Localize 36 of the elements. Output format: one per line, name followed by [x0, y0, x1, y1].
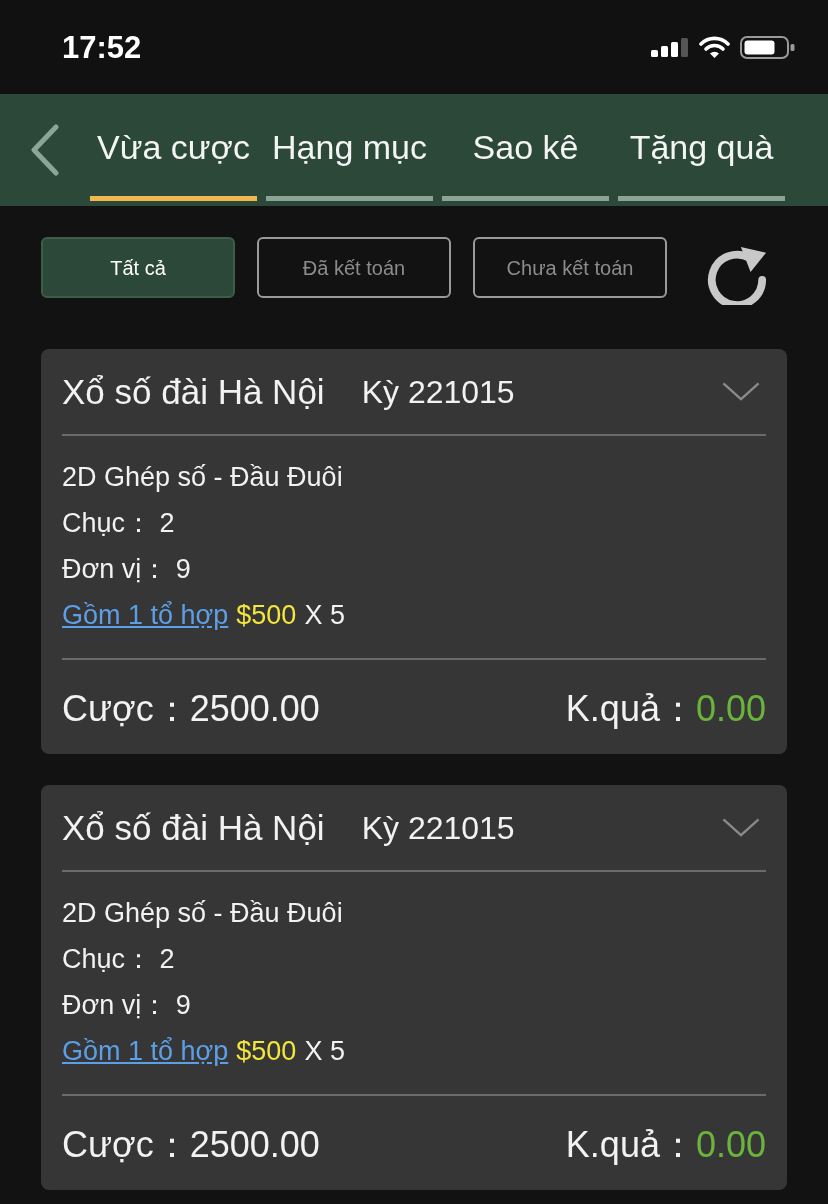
result-value: 0.00 [695, 691, 766, 727]
result-label: K.quả： [565, 691, 696, 727]
lottery-name: Xổ số đài Hà Nội [62, 374, 325, 409]
lottery-name: Xổ số đài Hà Nội [62, 810, 325, 845]
multiplier: X 5 [304, 599, 345, 632]
unit-amount: $500 [236, 1035, 297, 1068]
tab[interactable]: Sao kê [442, 94, 609, 201]
result-value: 0.00 [695, 1127, 766, 1163]
tab[interactable]: Vừa cược [90, 94, 257, 201]
chevron-down-icon[interactable] [722, 382, 760, 401]
combo-link[interactable]: Gồm 1 tổ hợp [62, 1028, 229, 1074]
bet-pick: Chục： 2 [62, 943, 175, 976]
combo-link[interactable]: Gồm 1 tổ hợp [62, 592, 229, 638]
status-time: 17:52 [62, 31, 142, 63]
bet-pick: Chục： 2 [62, 507, 175, 540]
battery-icon [740, 35, 795, 59]
tab[interactable]: Hạng mục [266, 94, 433, 201]
signal-icon [651, 37, 689, 57]
filter-button[interactable]: Tất cả [41, 237, 235, 298]
wifi-icon [699, 36, 730, 58]
chevron-down-icon[interactable] [722, 818, 760, 837]
bet-pick: Đơn vị： 9 [62, 553, 191, 586]
draw-period: Kỳ 221015 [361, 811, 515, 844]
chevron-left-icon [30, 124, 60, 176]
tab[interactable]: Tặng quà [618, 94, 785, 201]
draw-period: Kỳ 221015 [361, 375, 515, 408]
filter-button[interactable]: Chưa kết toán [473, 237, 667, 298]
bet-type: 2D Ghép số - Đầu Đuôi [62, 897, 343, 930]
multiplier: X 5 [304, 1035, 345, 1068]
filter-button[interactable]: Đã kết toán [257, 237, 451, 298]
result-label: K.quả： [565, 1127, 696, 1163]
bet-type: 2D Ghép số - Đầu Đuôi [62, 461, 343, 494]
bet-pick: Đơn vị： 9 [62, 989, 191, 1022]
stake-amount: Cược：2500.00 [62, 691, 320, 727]
stake-amount: Cược：2500.00 [62, 1127, 320, 1163]
unit-amount: $500 [236, 599, 297, 632]
